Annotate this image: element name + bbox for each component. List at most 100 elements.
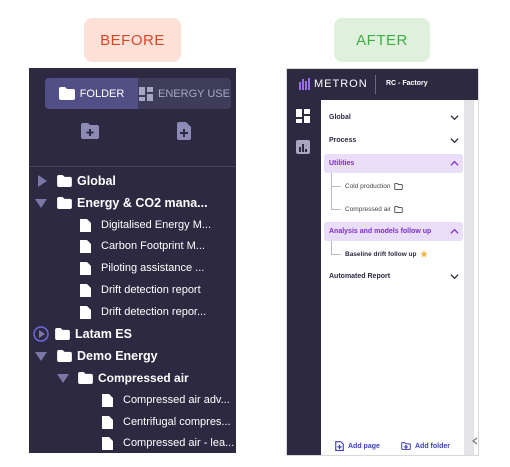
divider [29, 166, 236, 167]
tree-item-page[interactable]: Digitalised Energy M... [80, 215, 211, 235]
caret-down-icon[interactable] [35, 198, 47, 208]
app-header: METRON RC - Factory [287, 69, 478, 100]
add-folder-icon [401, 442, 411, 450]
folder-outline-icon [394, 205, 403, 213]
tree-item-label: Centrifugal compres... [123, 416, 231, 428]
collapse-chevron-icon[interactable] [472, 437, 478, 445]
tree-item-page[interactable]: Drift detection report [80, 280, 201, 300]
tree-item-demo-energy[interactable]: Demo Energy [35, 346, 158, 366]
chevron-down-icon [450, 115, 459, 121]
add-page-icon [335, 441, 344, 451]
page-item-label: Compressed air [345, 205, 391, 213]
section-label: Process [329, 137, 357, 144]
tree-item-label: Compressed air [98, 371, 189, 385]
add-folder-button[interactable]: Add folder [401, 440, 450, 452]
metron-logo: METRON [299, 78, 368, 90]
scroll-edge [474, 100, 478, 455]
tree-item-label: Drift detection report [101, 284, 201, 296]
tree-item-label: Drift detection repor... [101, 306, 207, 318]
tree-item-page[interactable]: Centrifugal compres... [102, 412, 231, 432]
tree-item-page[interactable]: Drift detection repor... [80, 302, 206, 322]
before-panel: FOLDER ENERGY USE Global Energy & CO2 ma… [29, 68, 236, 453]
site-name[interactable]: RC - Factory [386, 80, 428, 87]
page-item-cold-production[interactable]: Cold production [345, 180, 403, 192]
tree-item-label: Carbon Footprint M... [101, 240, 205, 252]
section-label: Global [329, 114, 351, 121]
page-item-compressed-air[interactable]: Compressed air [345, 203, 403, 215]
tree-item-page[interactable]: Compressed air adv... [102, 390, 230, 410]
tree-item-energy-co2[interactable]: Energy & CO2 mana... [35, 193, 208, 213]
before-label: BEFORE [84, 18, 181, 62]
tree-item-label: Demo Energy [77, 349, 158, 363]
dashboard-icon [139, 86, 154, 101]
star-icon[interactable] [419, 250, 428, 258]
chevron-up-icon [450, 160, 459, 166]
folder-icon [57, 197, 72, 209]
tree-item-label: Compressed air adv... [123, 394, 230, 406]
chevron-down-icon [450, 274, 459, 280]
brand-name: METRON [314, 78, 368, 90]
page-icon [80, 239, 91, 253]
tree-line [331, 173, 332, 209]
folder-icon [57, 175, 72, 187]
after-label: AFTER [334, 18, 430, 62]
page-icon [102, 415, 113, 429]
tree-item-page[interactable]: Compressed air - lea... [102, 433, 234, 453]
tree-item-global[interactable]: Global [37, 171, 116, 191]
tree-item-label: Global [77, 174, 116, 188]
chevron-up-icon [450, 228, 459, 234]
tree-item-label: Compressed air - lea... [123, 437, 235, 449]
page-icon [80, 261, 91, 275]
side-rail [287, 100, 321, 455]
add-page-button[interactable]: Add page [335, 440, 380, 452]
add-page-icon[interactable] [175, 122, 193, 140]
tree-line [331, 241, 332, 255]
folder-outline-icon [393, 182, 403, 190]
page-icon [102, 393, 113, 407]
tree-item-label: Energy & CO2 mana... [77, 196, 208, 210]
caret-right-icon[interactable] [37, 175, 47, 187]
page-icon [80, 283, 91, 297]
tree-item-label: Digitalised Energy M... [101, 219, 212, 231]
tree-item-compressed-air[interactable]: Compressed air [57, 368, 189, 388]
tree-actions [29, 118, 236, 146]
folder-icon [55, 328, 70, 340]
tree-line [331, 209, 341, 210]
tree-item-latam-es[interactable]: Latam ES [33, 324, 132, 344]
dashboard-icon[interactable] [296, 109, 310, 123]
tree-line [331, 186, 341, 187]
tree-line [331, 254, 341, 255]
caret-down-icon[interactable] [35, 351, 47, 361]
section-label: Automated Report [329, 273, 391, 280]
section-utilities[interactable]: Utilities [324, 154, 463, 173]
header-divider [375, 75, 376, 94]
section-analysis-models[interactable]: Analysis and models follow up [324, 222, 463, 241]
tab-folder-label: FOLDER [79, 87, 125, 100]
section-label: Utilities [329, 160, 355, 167]
section-automated-report[interactable]: Automated Report [324, 267, 463, 286]
tab-folder[interactable]: FOLDER [45, 78, 138, 109]
tab-energy-use-label: ENERGY USE [158, 87, 230, 100]
page-item-label: Cold production [345, 182, 391, 190]
page-item-label: Baseline drift follow up [345, 250, 417, 258]
caret-right-circle-icon[interactable] [33, 326, 49, 342]
caret-down-icon[interactable] [57, 373, 69, 383]
section-global[interactable]: Global [324, 108, 463, 127]
tree-item-label: Latam ES [75, 327, 132, 341]
page-icon [80, 218, 91, 232]
view-tabs: FOLDER ENERGY USE [45, 78, 231, 109]
page-item-baseline-drift[interactable]: Baseline drift follow up [345, 248, 428, 260]
scrollbar-track[interactable] [464, 100, 474, 455]
page-icon [102, 436, 113, 450]
folder-icon [58, 87, 75, 100]
folder-icon [78, 372, 93, 384]
add-folder-label: Add folder [415, 442, 450, 450]
section-process[interactable]: Process [324, 131, 463, 150]
tab-energy-use[interactable]: ENERGY USE [138, 78, 231, 109]
add-folder-icon[interactable] [81, 122, 99, 140]
folder-icon [57, 350, 72, 362]
page-icon [80, 305, 91, 319]
tree-item-page[interactable]: Carbon Footprint M... [80, 236, 205, 256]
analytics-icon[interactable] [296, 140, 310, 154]
tree-item-page[interactable]: Piloting assistance ... [80, 258, 204, 278]
